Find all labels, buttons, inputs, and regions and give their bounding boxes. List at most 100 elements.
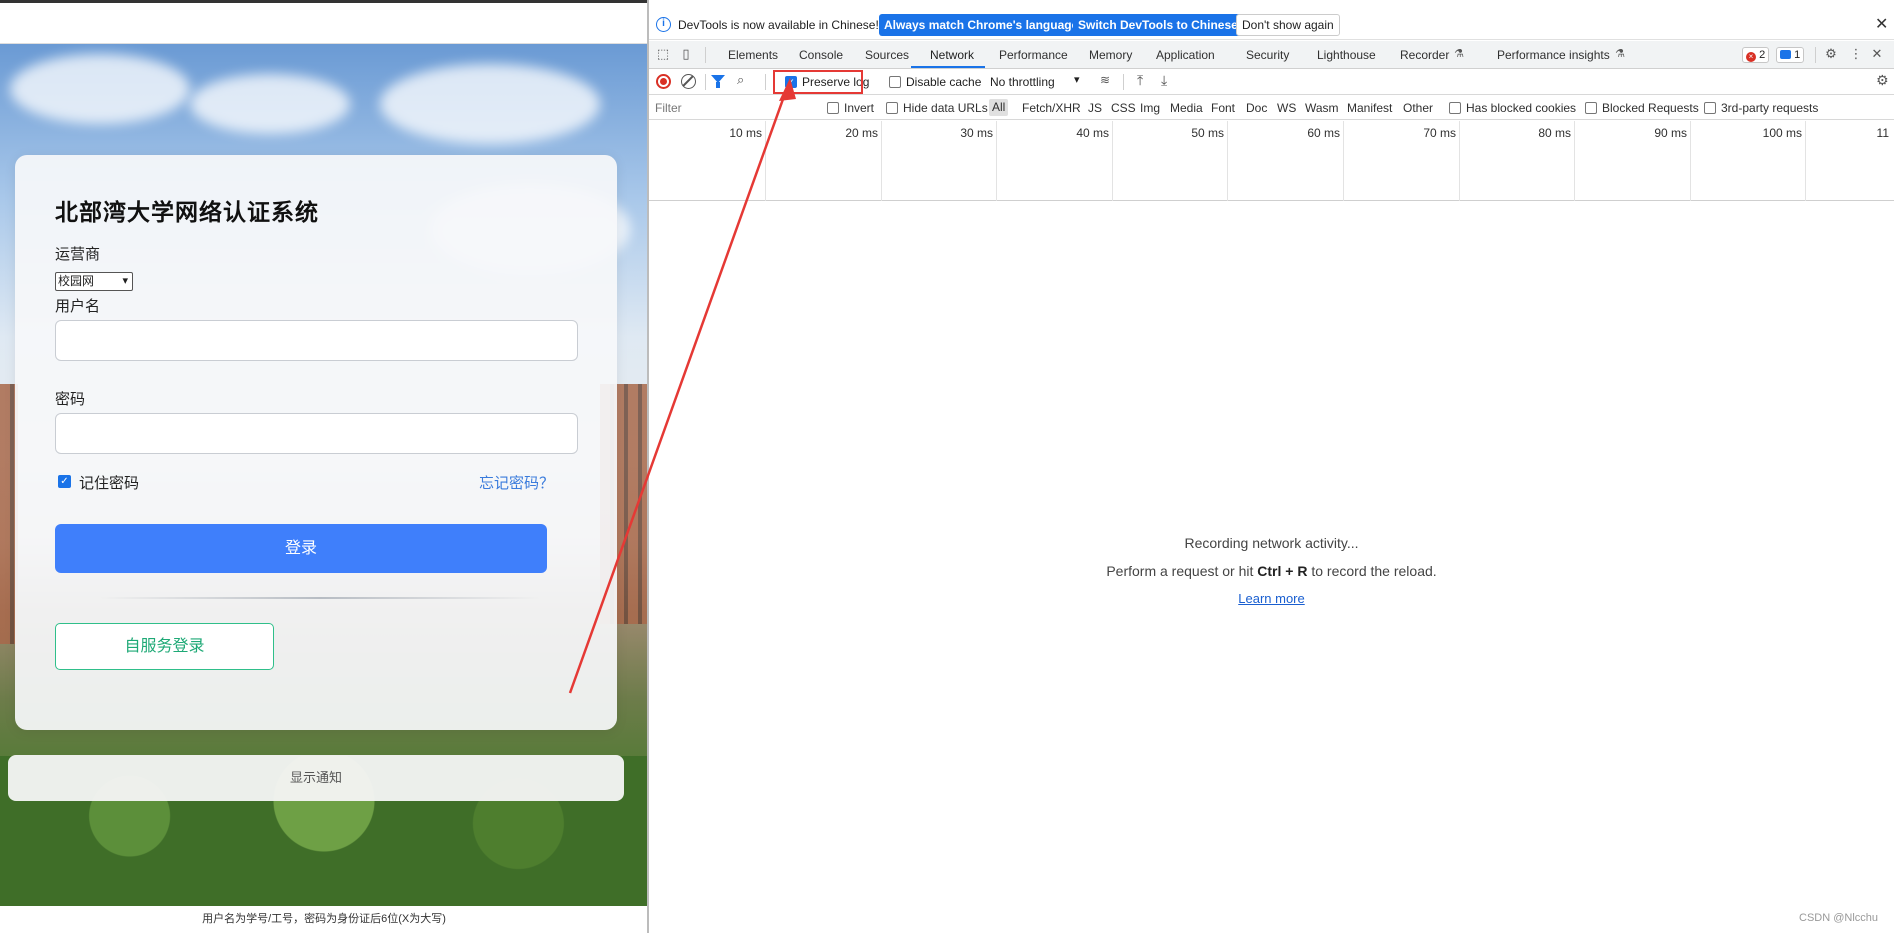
- tab-network[interactable]: Network: [930, 48, 974, 62]
- learn-more-link[interactable]: Learn more: [649, 591, 1894, 606]
- tab-security[interactable]: Security: [1246, 48, 1289, 62]
- hide-data-urls-checkbox[interactable]: [886, 102, 898, 114]
- flask-icon: ⚗: [1454, 48, 1464, 60]
- info-icon: i: [656, 17, 671, 32]
- remember-label: 记住密码: [79, 475, 140, 492]
- tab-sources[interactable]: Sources: [865, 48, 909, 62]
- page-top-bar: [0, 0, 648, 44]
- watermark: CSDN @Nlcchu: [1799, 912, 1879, 924]
- shortcut-keys: Ctrl + R: [1257, 563, 1308, 579]
- timeline-tick: 30 ms: [960, 126, 993, 140]
- close-infobar-icon[interactable]: ✕: [1875, 14, 1888, 34]
- password-input[interactable]: [55, 413, 578, 454]
- type-filter-ws[interactable]: WS: [1277, 101, 1296, 115]
- message-icon: [1780, 50, 1791, 59]
- import-har-icon[interactable]: ⤒: [1137, 72, 1143, 89]
- tab-elements[interactable]: Elements: [728, 48, 778, 62]
- carrier-select[interactable]: 校园网 ▾: [55, 272, 133, 291]
- message-count-badge[interactable]: 1: [1776, 47, 1805, 63]
- blocked-requests-label: Blocked Requests: [1602, 101, 1699, 115]
- chevron-down-icon: ▾: [122, 275, 128, 287]
- remember-checkbox[interactable]: ✓: [58, 475, 71, 488]
- device-toolbar-icon[interactable]: ▯: [678, 46, 694, 62]
- divider: [100, 597, 540, 599]
- search-icon[interactable]: ⌕: [737, 72, 744, 88]
- forgot-password-link[interactable]: 忘记密码？: [479, 472, 554, 493]
- filter-bar: Filter Invert Hide data URLs All Fetch/X…: [649, 96, 1894, 120]
- timeline-tick: 10 ms: [729, 126, 762, 140]
- close-devtools-icon[interactable]: ✕: [1869, 46, 1885, 62]
- tab-application[interactable]: Application: [1156, 48, 1215, 62]
- background-photo: 北部湾大学网络认证系统 运营商 校园网 ▾ 用户名 密码 ✓ 记住密码 忘记密码…: [0, 44, 648, 906]
- filter-input[interactable]: Filter: [653, 99, 783, 117]
- timeline-tick: 70 ms: [1423, 126, 1456, 140]
- bottom-hint: 用户名为学号/工号，密码为身份证后6位(X为大写): [0, 906, 648, 933]
- language-infobar: i DevTools is now available in Chinese! …: [649, 10, 1894, 40]
- record-stop-icon[interactable]: [656, 74, 671, 89]
- filter-funnel-icon[interactable]: [711, 75, 725, 88]
- username-input[interactable]: [55, 320, 578, 361]
- tab-console[interactable]: Console: [799, 48, 843, 62]
- blocked-cookies-checkbox[interactable]: [1449, 102, 1461, 114]
- tab-recorder[interactable]: Recorder: [1400, 48, 1449, 62]
- switch-chinese-button[interactable]: Switch DevTools to Chinese: [1073, 14, 1243, 36]
- empty-state-title: Recording network activity...: [1184, 535, 1359, 551]
- network-toolbar: ⌕ ✓ Preserve log Disable cache No thrott…: [649, 69, 1894, 95]
- type-filter-media[interactable]: Media: [1170, 101, 1203, 115]
- timeline-tick: 80 ms: [1538, 126, 1571, 140]
- clear-icon[interactable]: [681, 74, 696, 89]
- blocked-cookies-label: Has blocked cookies: [1466, 101, 1577, 115]
- type-filter-img[interactable]: Img: [1140, 101, 1160, 115]
- self-service-button[interactable]: 自服务登录: [55, 623, 274, 670]
- timeline-overview[interactable]: 10 ms 20 ms 30 ms 40 ms 50 ms 60 ms 70 m…: [649, 121, 1894, 201]
- tab-performance[interactable]: Performance: [999, 48, 1068, 62]
- timeline-tick: 20 ms: [845, 126, 878, 140]
- dont-show-again-button[interactable]: Don't show again: [1236, 14, 1340, 36]
- type-filter-manifest[interactable]: Manifest: [1347, 101, 1392, 115]
- chevron-down-icon[interactable]: ▾: [1074, 73, 1080, 86]
- tab-performance-insights[interactable]: Performance insights: [1497, 48, 1610, 62]
- invert-label: Invert: [844, 101, 875, 115]
- page-title: 北部湾大学网络认证系统: [55, 199, 319, 225]
- timeline-tick: 100 ms: [1762, 126, 1802, 140]
- inspect-element-icon[interactable]: ⬚: [655, 46, 671, 62]
- show-notice-button[interactable]: 显示通知: [8, 755, 624, 801]
- login-button[interactable]: 登录: [55, 524, 547, 573]
- type-filter-doc[interactable]: Doc: [1246, 101, 1267, 115]
- type-filter-all[interactable]: All: [989, 99, 1009, 116]
- blocked-requests-checkbox[interactable]: [1585, 102, 1597, 114]
- type-filter-other[interactable]: Other: [1403, 101, 1433, 115]
- timeline-tick: 90 ms: [1654, 126, 1687, 140]
- type-filter-wasm[interactable]: Wasm: [1305, 101, 1339, 115]
- annotation-highlight-box: [773, 70, 863, 94]
- empty-state-hint: Perform a request or hit Ctrl + R to rec…: [1106, 563, 1437, 579]
- type-filter-js[interactable]: JS: [1088, 101, 1102, 115]
- throttling-select[interactable]: No throttling: [990, 75, 1055, 89]
- hide-data-urls-label: Hide data URLs: [903, 101, 988, 115]
- devtools-tabbar: ⬚ ▯ Elements Console Sources Network Per…: [649, 41, 1894, 69]
- login-card: 北部湾大学网络认证系统 运营商 校园网 ▾ 用户名 密码 ✓ 记住密码 忘记密码…: [15, 155, 617, 730]
- network-settings-icon[interactable]: ⚙: [1876, 72, 1889, 89]
- error-count-badge[interactable]: × 2: [1742, 47, 1770, 63]
- type-filter-font[interactable]: Font: [1211, 101, 1235, 115]
- third-party-checkbox[interactable]: [1704, 102, 1716, 114]
- tab-lighthouse[interactable]: Lighthouse: [1317, 48, 1376, 62]
- type-filter-css[interactable]: CSS: [1111, 101, 1136, 115]
- error-icon: ×: [1746, 52, 1756, 62]
- active-tab-indicator: [911, 66, 985, 68]
- settings-gear-icon[interactable]: ⚙: [1823, 46, 1839, 62]
- match-language-button[interactable]: Always match Chrome's language: [879, 14, 1084, 36]
- tab-memory[interactable]: Memory: [1089, 48, 1132, 62]
- carrier-label: 运营商: [55, 246, 101, 263]
- third-party-label: 3rd-party requests: [1721, 101, 1819, 115]
- disable-cache-checkbox[interactable]: [889, 76, 901, 88]
- invert-checkbox[interactable]: [827, 102, 839, 114]
- flask-icon: ⚗: [1615, 48, 1625, 60]
- type-filter-fetch[interactable]: Fetch/XHR: [1022, 101, 1081, 115]
- more-options-icon[interactable]: ⋮: [1848, 46, 1864, 62]
- password-label: 密码: [55, 391, 86, 408]
- timeline-tick: 60 ms: [1307, 126, 1340, 140]
- export-har-icon[interactable]: ⤓: [1161, 72, 1167, 89]
- timeline-tick: 11: [1876, 126, 1889, 140]
- network-conditions-icon[interactable]: ≋: [1100, 73, 1110, 87]
